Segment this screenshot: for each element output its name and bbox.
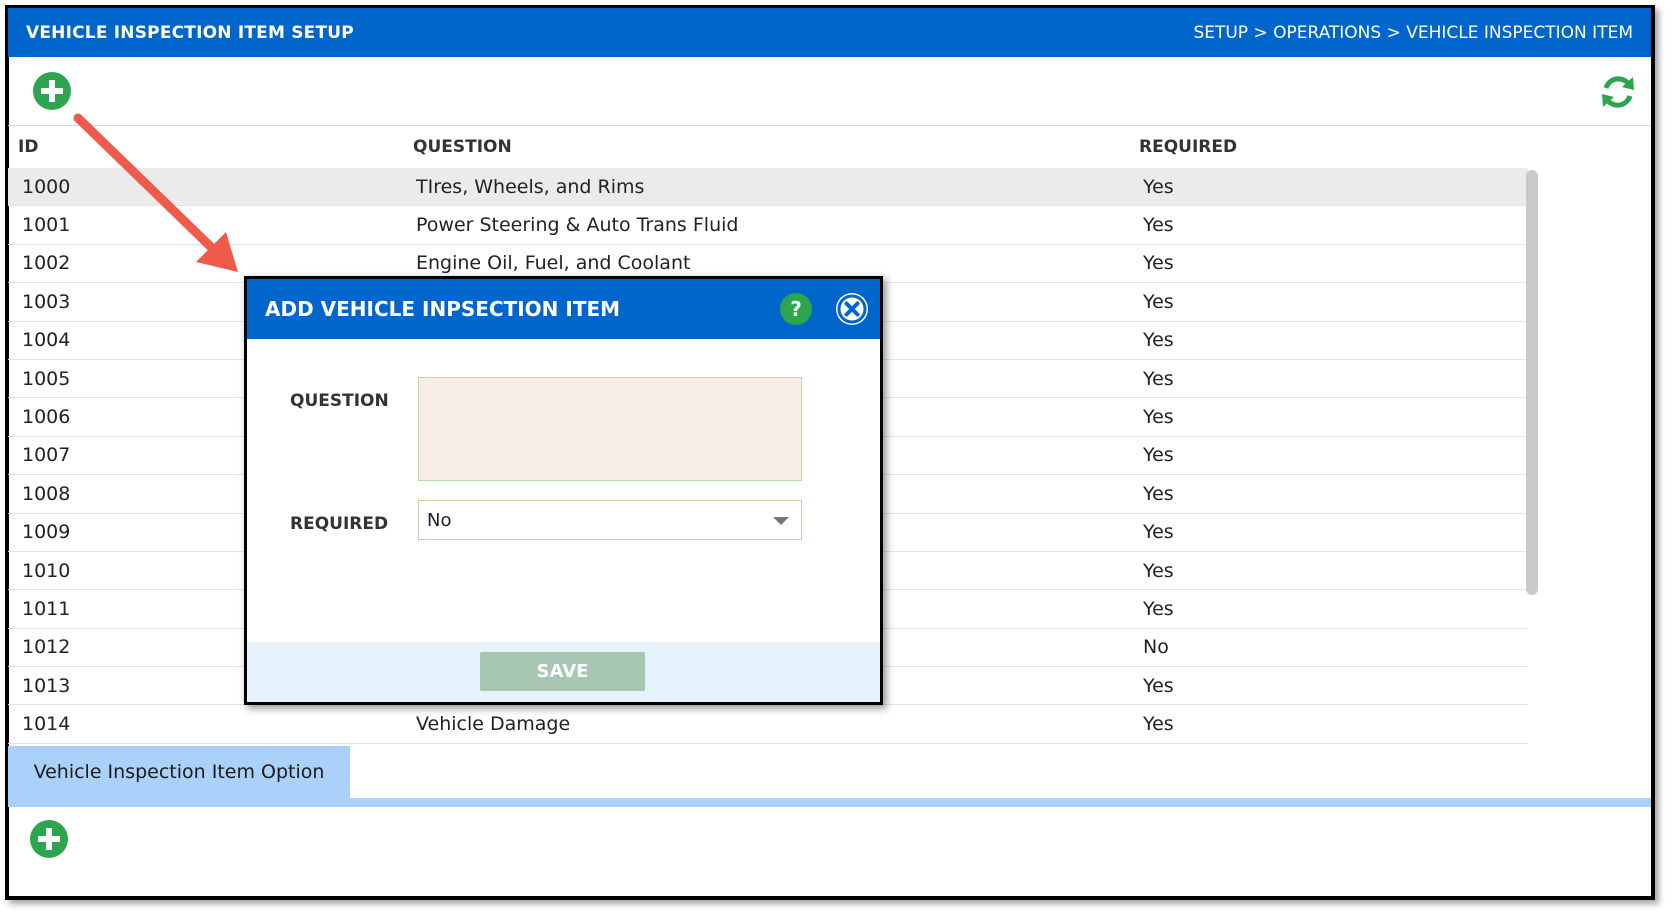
cell-required: Yes: [1143, 367, 1174, 390]
column-header-required[interactable]: REQUIRED: [1139, 137, 1237, 157]
required-selected-value: No: [427, 509, 452, 531]
subtab-bar: [8, 798, 1651, 807]
question-label: QUESTION: [290, 391, 389, 411]
cell-id: 1008: [22, 482, 71, 505]
required-select[interactable]: No: [418, 500, 802, 540]
cell-id: 1012: [22, 636, 71, 659]
tab-vehicle-inspection-item-option[interactable]: Vehicle Inspection Item Option: [8, 746, 350, 798]
table-row[interactable]: 1014 Vehicle Damage Yes: [8, 705, 1528, 744]
cell-required: Yes: [1143, 521, 1174, 544]
cell-id: 1006: [22, 406, 71, 429]
dialog-footer: SAVE: [247, 642, 880, 702]
refresh-button[interactable]: [1597, 71, 1639, 113]
cell-required: Yes: [1143, 290, 1174, 313]
close-button[interactable]: [836, 293, 868, 325]
cell-id: 1009: [22, 521, 71, 544]
breadcrumb: SETUP > OPERATIONS > VEHICLE INSPECTION …: [1193, 22, 1633, 43]
cell-id: 1000: [22, 175, 71, 198]
cell-id: 1003: [22, 290, 71, 313]
cell-id: 1013: [22, 674, 71, 697]
table-row[interactable]: 1001 Power Steering & Auto Trans Fluid Yes: [8, 206, 1528, 245]
dialog-header: ADD VEHICLE INPSECTION ITEM ?: [247, 279, 880, 339]
cell-required: Yes: [1143, 406, 1174, 429]
toolbar: [8, 57, 1651, 126]
cell-id: 1007: [22, 444, 71, 467]
add-item-button[interactable]: [33, 72, 71, 110]
dialog-title: ADD VEHICLE INPSECTION ITEM: [265, 297, 621, 321]
cell-required: Yes: [1143, 674, 1174, 697]
column-header-question[interactable]: QUESTION: [413, 137, 512, 157]
close-icon: [837, 294, 867, 324]
cell-required: Yes: [1143, 444, 1174, 467]
cell-id: 1001: [22, 214, 71, 237]
chevron-down-icon: [773, 517, 789, 525]
add-item-dialog: ADD VEHICLE INPSECTION ITEM ? QUESTION R…: [244, 276, 883, 705]
save-button[interactable]: SAVE: [480, 652, 645, 691]
cell-id: 1011: [22, 597, 71, 620]
dialog-body: QUESTION REQUIRED No: [247, 339, 880, 642]
cell-id: 1004: [22, 329, 71, 352]
cell-required: Yes: [1143, 559, 1174, 582]
cell-question: TIres, Wheels, and Rims: [416, 175, 645, 198]
add-option-button[interactable]: [30, 820, 68, 858]
cell-question: Engine Oil, Fuel, and Coolant: [416, 252, 691, 275]
cell-question: Power Steering & Auto Trans Fluid: [416, 214, 739, 237]
cell-id: 1005: [22, 367, 71, 390]
title-bar: VEHICLE INSPECTION ITEM SETUP SETUP > OP…: [8, 8, 1651, 57]
cell-required: Yes: [1143, 214, 1174, 237]
cell-required: Yes: [1143, 175, 1174, 198]
column-header-id[interactable]: ID: [18, 137, 38, 157]
grid-scrollbar[interactable]: [1526, 170, 1538, 595]
cell-required: Yes: [1143, 329, 1174, 352]
refresh-icon: [1602, 76, 1634, 108]
cell-id: 1014: [22, 713, 71, 736]
cell-required: No: [1143, 636, 1169, 659]
cell-required: Yes: [1143, 482, 1174, 505]
page-title: VEHICLE INSPECTION ITEM SETUP: [26, 22, 354, 43]
table-row[interactable]: 1000 TIres, Wheels, and Rims Yes: [8, 168, 1528, 207]
cell-question: Vehicle Damage: [416, 713, 571, 736]
cell-id: 1010: [22, 559, 71, 582]
grid-header: ID QUESTION REQUIRED: [8, 126, 1651, 168]
required-label: REQUIRED: [290, 514, 389, 534]
cell-id: 1002: [22, 252, 71, 275]
help-icon[interactable]: ?: [780, 293, 812, 325]
cell-required: Yes: [1143, 597, 1174, 620]
cell-required: Yes: [1143, 252, 1174, 275]
question-input[interactable]: [418, 377, 802, 481]
cell-required: Yes: [1143, 713, 1174, 736]
